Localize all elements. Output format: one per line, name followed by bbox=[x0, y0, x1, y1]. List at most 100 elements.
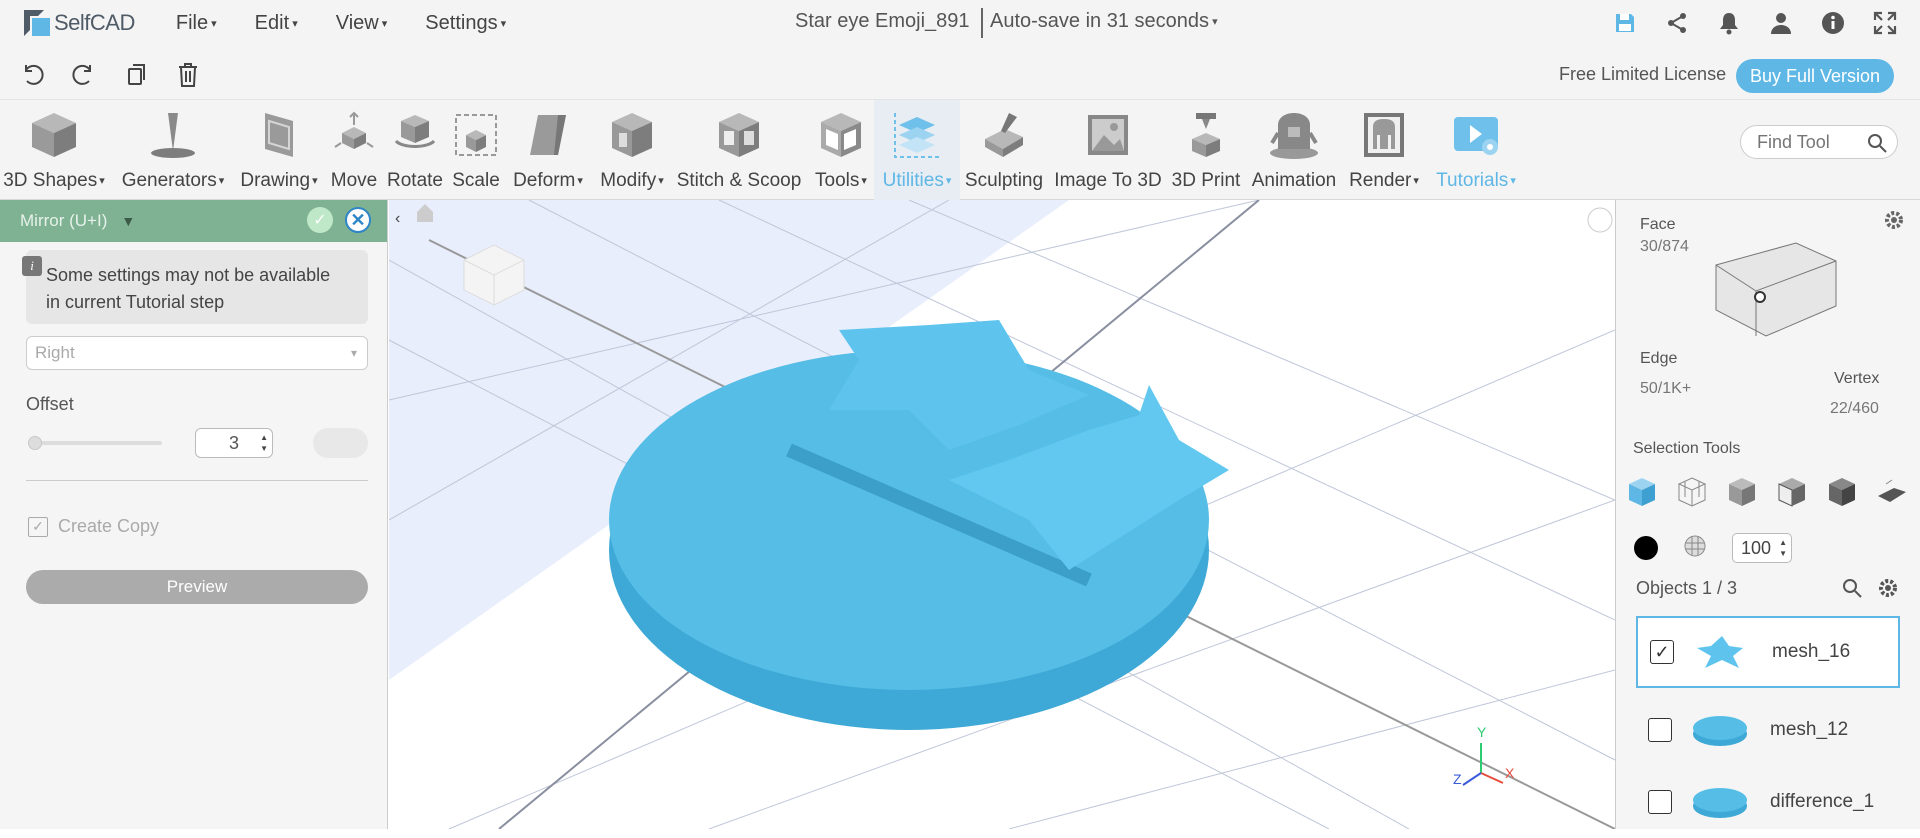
create-copy-checkbox[interactable]: ✓ bbox=[28, 516, 48, 537]
tool-3d-print[interactable]: 3D Print bbox=[1168, 100, 1244, 200]
tool-label: Generators bbox=[122, 170, 225, 192]
top-bar: SelfCAD File Edit View Settings Star eye… bbox=[0, 0, 1920, 46]
tool-move[interactable]: Move bbox=[326, 100, 382, 200]
tool-label: 3D Shapes bbox=[3, 170, 105, 192]
tutorials-icon bbox=[1454, 117, 1498, 155]
buy-full-version-button[interactable]: Buy Full Version bbox=[1736, 59, 1894, 93]
fullscreen-icon[interactable] bbox=[1872, 10, 1898, 36]
object-row-mesh-12[interactable]: mesh_12 bbox=[1636, 694, 1900, 766]
face-mode-dropdown[interactable]: Face bbox=[1640, 216, 1676, 234]
selection-mode-cube[interactable] bbox=[1706, 220, 1856, 340]
magnet-toggle[interactable] bbox=[313, 428, 368, 458]
tool-generators[interactable]: Generators bbox=[114, 100, 232, 200]
tool-deform[interactable]: Deform bbox=[508, 100, 588, 200]
face-count: 30/874 bbox=[1640, 238, 1689, 255]
menu-view[interactable]: View bbox=[317, 12, 407, 35]
document-title[interactable]: Star eye Emoji_891 bbox=[795, 10, 970, 33]
copy-icon[interactable] bbox=[124, 62, 148, 93]
caret-down-icon[interactable]: ▼ bbox=[121, 213, 135, 229]
create-copy-row[interactable]: ✓ Create Copy bbox=[28, 516, 159, 537]
select-solid-icon[interactable] bbox=[1824, 474, 1860, 510]
menu-edit[interactable]: Edit bbox=[236, 12, 317, 35]
save-icon[interactable] bbox=[1612, 10, 1638, 36]
color-picker[interactable] bbox=[1634, 536, 1658, 560]
offset-value: 3 bbox=[228, 433, 239, 453]
preview-button[interactable]: Preview bbox=[26, 570, 368, 604]
selfcad-logo[interactable]: SelfCAD bbox=[20, 6, 135, 40]
move-icon bbox=[334, 111, 374, 149]
redo-icon[interactable] bbox=[72, 62, 96, 93]
apply-check-icon[interactable]: ✓ bbox=[307, 207, 333, 233]
3d-viewport[interactable]: Y X Z ‹ bbox=[389, 200, 1615, 829]
select-object-icon[interactable] bbox=[1624, 474, 1660, 510]
offset-stepper[interactable]: 3 ▲ ▼ bbox=[195, 428, 273, 458]
find-tool-field[interactable] bbox=[1740, 125, 1898, 159]
difference-thumbnail bbox=[1693, 788, 1747, 818]
tool-sculpting[interactable]: Sculpting bbox=[962, 100, 1046, 200]
tool-scale[interactable]: Scale bbox=[448, 100, 504, 200]
scene-canvas[interactable]: Y X Z ‹ bbox=[389, 200, 1615, 829]
select-wire-icon[interactable] bbox=[1674, 474, 1710, 510]
tool-modify[interactable]: Modify bbox=[594, 100, 670, 200]
deform-icon bbox=[530, 115, 566, 155]
tool-rotate[interactable]: Rotate bbox=[384, 100, 446, 200]
tool-render[interactable]: Render bbox=[1344, 100, 1424, 200]
tool-drawing[interactable]: Drawing bbox=[236, 100, 322, 200]
object-checkbox[interactable]: ✓ bbox=[1650, 640, 1674, 664]
vertex-count: 22/460 bbox=[1830, 400, 1879, 417]
object-name: mesh_12 bbox=[1770, 719, 1849, 740]
tool-label: Utilities bbox=[883, 170, 952, 192]
direction-select[interactable]: Right bbox=[26, 336, 368, 370]
tool-3d-shapes[interactable]: 3D Shapes bbox=[0, 100, 108, 200]
menu-file[interactable]: File bbox=[157, 12, 236, 35]
expand-right-icon[interactable] bbox=[1587, 207, 1613, 233]
info-icon[interactable] bbox=[1820, 10, 1846, 36]
animation-icon bbox=[1270, 113, 1318, 159]
select-plane-icon[interactable] bbox=[1874, 474, 1910, 510]
object-checkbox[interactable] bbox=[1648, 790, 1672, 814]
objects-settings-icon[interactable] bbox=[1878, 578, 1898, 603]
undo-icon[interactable] bbox=[20, 62, 44, 93]
collapse-left-icon[interactable]: ‹ bbox=[395, 210, 400, 227]
tool-label: Image To 3D bbox=[1054, 170, 1162, 191]
find-tool-input[interactable] bbox=[1757, 131, 1867, 153]
edge-label[interactable]: Edge bbox=[1640, 350, 1677, 368]
menu-settings[interactable]: Settings bbox=[406, 12, 525, 35]
stepper-arrows-icon[interactable]: ▲ ▼ bbox=[260, 432, 268, 454]
autosave-dropdown[interactable]: Auto-save in 31 seconds bbox=[990, 10, 1218, 33]
texture-icon[interactable] bbox=[1684, 535, 1706, 562]
offset-label: Offset bbox=[26, 394, 74, 414]
object-checkbox[interactable] bbox=[1648, 718, 1672, 742]
search-objects-icon[interactable] bbox=[1842, 578, 1862, 603]
delete-icon[interactable] bbox=[176, 62, 200, 93]
close-icon[interactable]: ✕ bbox=[345, 207, 371, 233]
offset-slider[interactable] bbox=[28, 436, 162, 450]
tool-utilities[interactable]: Utilities bbox=[874, 100, 960, 200]
user-icon[interactable] bbox=[1768, 10, 1794, 36]
select-grid-icon[interactable] bbox=[1724, 474, 1760, 510]
tool-label: Deform bbox=[513, 170, 583, 192]
vertex-label[interactable]: Vertex bbox=[1834, 370, 1879, 388]
share-icon[interactable] bbox=[1664, 10, 1690, 36]
drawing-icon bbox=[265, 113, 293, 157]
select-face-icon[interactable] bbox=[1774, 474, 1810, 510]
search-icon[interactable] bbox=[1867, 133, 1887, 158]
display-row: 100 ▲ ▼ bbox=[1634, 533, 1792, 563]
tool-image-to-3d[interactable]: Image To 3D bbox=[1050, 100, 1166, 200]
tool-tools[interactable]: Tools bbox=[808, 100, 874, 200]
object-row-mesh-16[interactable]: ✓ mesh_16 bbox=[1636, 616, 1900, 688]
tool-tutorials[interactable]: Tutorials bbox=[1428, 100, 1524, 200]
tool-label: Scale bbox=[452, 170, 500, 191]
slider-handle[interactable] bbox=[28, 436, 42, 450]
stepper-arrows-icon[interactable]: ▲ ▼ bbox=[1779, 537, 1787, 559]
tool-animation[interactable]: Animation bbox=[1246, 100, 1342, 200]
render-icon bbox=[1364, 113, 1404, 157]
bell-icon[interactable] bbox=[1716, 10, 1742, 36]
tool-stitch-scoop[interactable]: Stitch & Scoop bbox=[676, 100, 802, 200]
create-copy-label: Create Copy bbox=[58, 516, 160, 536]
gear-icon[interactable] bbox=[1884, 210, 1904, 235]
opacity-stepper[interactable]: 100 ▲ ▼ bbox=[1732, 533, 1792, 563]
edit-bar: Free Limited License Buy Full Version bbox=[0, 46, 1920, 100]
object-row-difference-1[interactable]: difference_1 bbox=[1636, 766, 1900, 838]
tool-label: Drawing bbox=[240, 170, 317, 192]
